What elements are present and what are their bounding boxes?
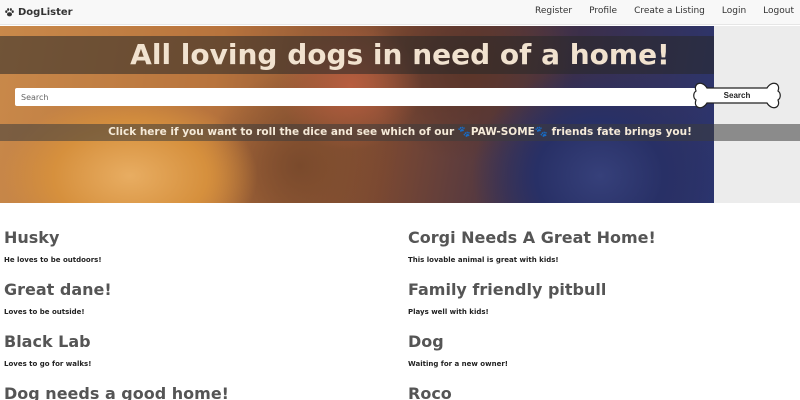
listing-title[interactable]: Black Lab [4,332,394,352]
listing-card[interactable]: Family friendly pitbull Plays well with … [408,280,798,316]
nav-links: Register Profile Create a Listing Login … [535,6,794,16]
listing-title[interactable]: Dog needs a good home! [4,384,394,400]
listing-card[interactable]: Dog Waiting for a new owner! [408,332,798,368]
brand-name: DogLister [18,7,73,18]
listing-title[interactable]: Roco [408,384,798,400]
search-button-label: Search [723,91,751,100]
listing-card[interactable]: Great dane! Loves to be outside! [4,280,394,316]
paw-icon [5,8,14,17]
nav-register-link[interactable]: Register [535,6,572,16]
listings-grid: Husky He loves to be outdoors! Corgi Nee… [0,228,800,400]
listing-description: He loves to be outdoors! [4,256,102,264]
listing-title[interactable]: Great dane! [4,280,394,300]
listing-title[interactable]: Family friendly pitbull [408,280,798,300]
nav-create-listing-link[interactable]: Create a Listing [634,6,705,16]
listing-title[interactable]: Husky [4,228,394,248]
listing-description: Plays well with kids! [408,308,489,316]
brand-link[interactable]: DogLister [4,5,73,20]
listing-description: Loves to be outside! [4,308,85,316]
listing-description: This lovable animal is great with kids! [408,256,559,264]
listing-description: Waiting for a new owner! [408,360,508,368]
search-input[interactable] [15,88,701,106]
listing-card[interactable]: Black Lab Loves to go for walks! [4,332,394,368]
listing-card[interactable]: Husky He loves to be outdoors! [4,228,394,264]
listing-title[interactable]: Corgi Needs A Great Home! [408,228,798,248]
nav-login-link[interactable]: Login [722,6,746,16]
navbar: DogLister Register Profile Create a List… [0,0,800,25]
search-button[interactable]: Search [693,79,781,112]
hero-title: All loving dogs in need of a home! [130,38,670,71]
listing-card[interactable]: Corgi Needs A Great Home! This lovable a… [408,228,798,264]
random-dog-link[interactable]: Click here if you want to roll the dice … [0,124,800,141]
nav-profile-link[interactable]: Profile [589,6,617,16]
listing-description: Loves to go for walks! [4,360,92,368]
nav-logout-link[interactable]: Logout [763,6,794,16]
listing-card[interactable]: Roco [408,384,798,400]
listing-card[interactable]: Dog needs a good home! [4,384,394,400]
listing-title[interactable]: Dog [408,332,798,352]
